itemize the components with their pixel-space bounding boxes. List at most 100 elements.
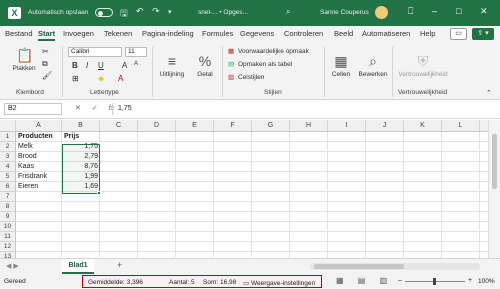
cell-styles-button[interactable]: Celstijlen	[238, 74, 264, 81]
avatar[interactable]	[375, 6, 388, 19]
tab-help[interactable]: Help	[420, 29, 435, 38]
column-header[interactable]: L	[442, 120, 480, 132]
bold-icon[interactable]: B	[72, 61, 78, 70]
minimize-icon[interactable]: –	[432, 6, 437, 16]
row-header[interactable]: 10	[0, 222, 16, 232]
name-box[interactable]: B2	[4, 103, 62, 115]
tab-bestand[interactable]: Bestand	[5, 29, 33, 38]
number-button[interactable]: % Getal	[194, 53, 216, 78]
decrease-font-icon[interactable]: A	[134, 61, 138, 67]
row-header[interactable]: 5	[0, 172, 16, 182]
close-icon[interactable]: ✕	[480, 6, 488, 17]
status-sum[interactable]: Som: 16,98	[203, 279, 236, 286]
search-icon[interactable]: ⌕	[286, 7, 290, 17]
font-color-icon[interactable]: A	[118, 74, 123, 83]
alignment-button[interactable]: ≡ Uitlijning	[156, 53, 188, 78]
font-name-select[interactable]: Calibri	[68, 47, 122, 57]
scroll-thumb[interactable]	[492, 134, 497, 189]
column-header[interactable]: G	[252, 120, 290, 132]
tab-start[interactable]: Start	[38, 29, 56, 41]
column-header[interactable]: J	[366, 120, 404, 132]
vertical-scrollbar[interactable]	[488, 120, 500, 258]
zoom-in-icon[interactable]: +	[468, 277, 472, 284]
zoom-thumb[interactable]	[433, 278, 436, 285]
tab-automatiseren[interactable]: Automatiseren	[362, 29, 410, 38]
cell[interactable]: Kaas	[18, 162, 60, 172]
customize-toolbar-icon[interactable]: ▾	[168, 8, 172, 16]
column-header[interactable]: K	[404, 120, 442, 132]
status-count[interactable]: Aantal: 5	[169, 279, 195, 286]
row-header[interactable]: 6	[0, 182, 16, 192]
zoom-level[interactable]: 100%	[478, 278, 495, 285]
sheet-nav-arrows[interactable]: ◀ ▶	[6, 262, 19, 270]
sheet-tab-blad1[interactable]: Blad1	[62, 259, 94, 274]
tab-gegevens[interactable]: Gegevens	[240, 29, 274, 38]
cell-selection[interactable]	[62, 144, 100, 194]
tab-invoegen[interactable]: Invoegen	[63, 29, 94, 38]
formula-input[interactable]: 1,75	[118, 105, 132, 112]
sensitivity-button[interactable]: ⛨ Vertrouwelijkheid	[396, 53, 450, 78]
cells-button[interactable]: ▦ Cellen	[330, 53, 352, 78]
underline-icon[interactable]: U	[98, 61, 104, 70]
column-header[interactable]: B	[62, 120, 100, 132]
enter-icon[interactable]: ✓	[92, 105, 98, 112]
maximize-icon[interactable]: □	[456, 6, 461, 16]
paste-button[interactable]: 📋 Plakken	[10, 47, 38, 72]
cell[interactable]: Prijs	[64, 132, 98, 142]
row-header[interactable]: 2	[0, 142, 16, 152]
tab-formules[interactable]: Formules	[202, 29, 233, 38]
row-header[interactable]: 3	[0, 152, 16, 162]
conditional-formatting-button[interactable]: Voorwaardelijke opmaak	[238, 48, 309, 55]
cell[interactable]: Brood	[18, 152, 60, 162]
cell[interactable]: Producten	[18, 132, 60, 142]
cell[interactable]: Melk	[18, 142, 60, 152]
row-header[interactable]: 8	[0, 202, 16, 212]
page-layout-icon[interactable]: ▤	[358, 276, 366, 285]
row-header[interactable]: 12	[0, 242, 16, 252]
borders-icon[interactable]: ⊞	[72, 74, 79, 83]
autosave-toggle[interactable]	[95, 8, 113, 17]
horizontal-scrollbar[interactable]	[310, 263, 480, 270]
tab-pagina-indeling[interactable]: Pagina-indeling	[142, 29, 194, 38]
fill-color-icon[interactable]: ◈	[98, 74, 104, 83]
copy-icon[interactable]: ⧉	[42, 59, 48, 69]
user-name[interactable]: Sanne Couperus	[320, 9, 369, 16]
redo-icon[interactable]: ↷	[152, 6, 160, 17]
undo-icon[interactable]: ↶	[136, 6, 144, 17]
zoom-out-icon[interactable]: –	[398, 277, 402, 284]
page-break-icon[interactable]: ▥	[380, 276, 388, 285]
italic-icon[interactable]: I	[86, 61, 88, 70]
normal-view-icon[interactable]: ▦	[336, 276, 344, 285]
select-all-corner[interactable]	[0, 120, 16, 132]
format-as-table-button[interactable]: Opmaken als tabel	[238, 61, 292, 68]
spreadsheet-grid[interactable]: ABCDEFGHIJKLM12345678910111213ProductenP…	[0, 120, 488, 258]
document-name[interactable]: snel-... • Opges...	[198, 9, 248, 16]
column-header[interactable]: A	[16, 120, 62, 132]
comments-icon[interactable]: ▭	[450, 28, 467, 40]
row-header[interactable]: 4	[0, 162, 16, 172]
row-header[interactable]: 11	[0, 232, 16, 242]
cell[interactable]: Frisdrank	[18, 172, 60, 182]
collapse-ribbon-icon[interactable]: ⌃	[486, 89, 492, 97]
share-button[interactable]: ⇪ ▾	[472, 28, 494, 40]
column-header[interactable]: D	[138, 120, 176, 132]
add-sheet-button[interactable]: +	[117, 260, 122, 270]
tab-beeld[interactable]: Beeld	[334, 29, 353, 38]
editing-button[interactable]: ⌕ Bewerken	[358, 53, 388, 78]
column-header[interactable]: H	[290, 120, 328, 132]
scroll-thumb[interactable]	[314, 264, 404, 269]
tab-tekenen[interactable]: Tekenen	[104, 29, 132, 38]
increase-font-icon[interactable]: A	[122, 61, 127, 70]
column-header[interactable]: F	[214, 120, 252, 132]
row-header[interactable]: 9	[0, 212, 16, 222]
row-header[interactable]: 1	[0, 132, 16, 142]
ribbon-options-icon[interactable]: ⎕	[408, 6, 413, 17]
column-header[interactable]: C	[100, 120, 138, 132]
status-average[interactable]: Gemiddelde: 3,396	[88, 279, 143, 286]
cancel-icon[interactable]: ✕	[75, 105, 81, 112]
save-icon[interactable]: 🖫	[120, 6, 128, 22]
view-settings-button[interactable]: ▭ Weergave-instellingen	[243, 279, 315, 287]
fill-handle[interactable]	[97, 191, 101, 195]
tab-controleren[interactable]: Controleren	[284, 29, 323, 38]
row-header[interactable]: 7	[0, 192, 16, 202]
